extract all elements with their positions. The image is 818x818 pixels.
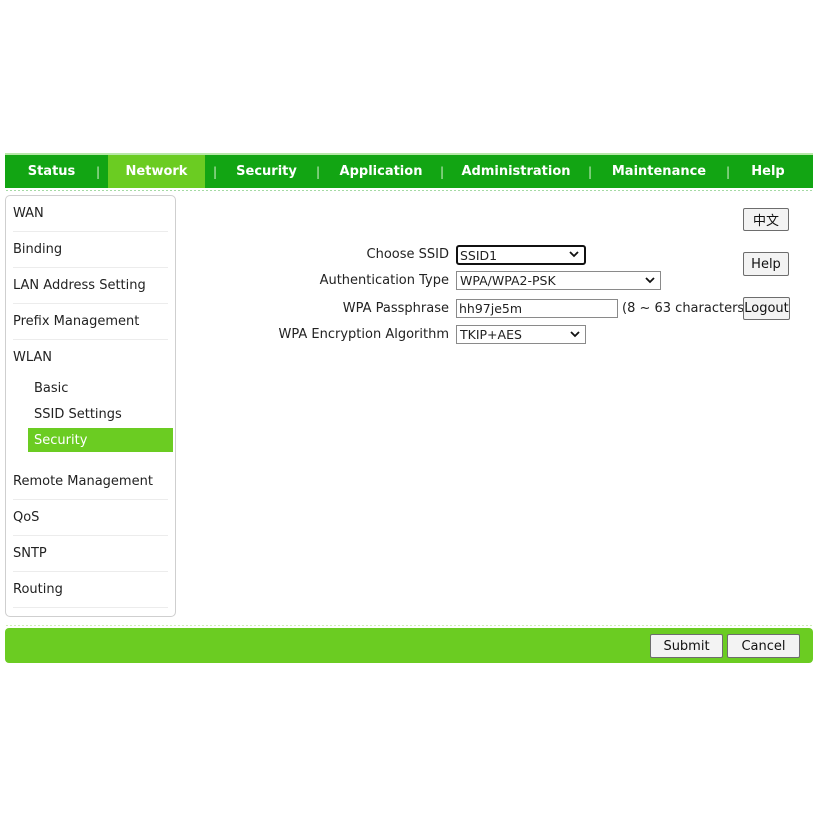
sidebar-item-remote-management[interactable]: Remote Management — [13, 464, 168, 500]
tab-application[interactable]: Application — [320, 155, 442, 188]
sidebar-subitem-ssid-settings[interactable]: SSID Settings — [28, 402, 168, 426]
help-button[interactable]: Help — [743, 252, 789, 276]
nav-dotted-border — [5, 189, 813, 192]
sidebar-item-label: Routing — [13, 582, 63, 597]
bottom-dotted-border — [5, 624, 813, 627]
authentication-type-label: Authentication Type — [319, 273, 449, 288]
logout-button[interactable]: Logout — [743, 297, 790, 320]
sidebar-item-label: QoS — [13, 510, 40, 525]
authentication-type-value: WPA/WPA2-PSK — [460, 273, 556, 288]
submit-button[interactable]: Submit — [650, 634, 723, 658]
sidebar-item-label: WAN — [13, 206, 44, 221]
sidebar-subitem-label: SSID Settings — [34, 406, 122, 422]
sidebar-item-prefix-management[interactable]: Prefix Management — [13, 304, 168, 340]
sidebar-item-binding[interactable]: Binding — [13, 232, 168, 268]
tab-help[interactable]: Help — [728, 155, 808, 188]
wpa-passphrase-value: hh97je5m — [459, 301, 523, 316]
sidebar-item-label: WLAN — [13, 350, 53, 365]
cancel-button[interactable]: Cancel — [727, 634, 800, 658]
chevron-down-icon — [570, 330, 580, 337]
sidebar-subitem-label: Security — [34, 432, 88, 448]
wpa-passphrase-input[interactable]: hh97je5m — [456, 299, 618, 318]
sidebar-item-label: SNTP — [13, 546, 47, 561]
sidebar-item-qos[interactable]: QoS — [13, 500, 168, 536]
chevron-down-icon — [645, 276, 655, 283]
sidebar-item-wan[interactable]: WAN — [13, 196, 168, 232]
authentication-type-select[interactable]: WPA/WPA2-PSK — [456, 271, 661, 290]
sidebar-item-label: Remote Management — [13, 474, 153, 489]
sidebar-item-wlan[interactable]: WLAN — [13, 340, 168, 375]
sidebar-subitem-basic[interactable]: Basic — [28, 376, 168, 400]
wpa-encryption-value: TKIP+AES — [460, 327, 522, 342]
chevron-down-icon — [569, 251, 579, 258]
tab-maintenance[interactable]: Maintenance — [590, 155, 728, 188]
sidebar: WAN Binding LAN Address Setting Prefix M… — [5, 195, 176, 617]
sidebar-item-label: Prefix Management — [13, 314, 140, 329]
sidebar-item-label: Binding — [13, 242, 63, 257]
tab-administration[interactable]: Administration — [442, 155, 590, 188]
choose-ssid-label: Choose SSID — [366, 247, 449, 262]
sidebar-subitem-security[interactable]: Security — [28, 428, 173, 452]
language-toggle-button[interactable]: 中文 — [743, 208, 789, 231]
tab-status[interactable]: Status — [5, 155, 98, 188]
top-navigation: Status | Network | Security | Applicatio… — [5, 153, 813, 192]
sidebar-subitem-label: Basic — [34, 380, 69, 396]
tab-security[interactable]: Security — [219, 155, 314, 188]
sidebar-item-routing[interactable]: Routing — [13, 572, 168, 608]
ssid-select[interactable]: SSID1 — [456, 245, 586, 265]
wpa-passphrase-label: WPA Passphrase — [342, 301, 449, 316]
sidebar-item-sntp[interactable]: SNTP — [13, 536, 168, 572]
passphrase-length-hint: (8 ~ 63 characters) — [622, 301, 750, 316]
wpa-encryption-algorithm-label: WPA Encryption Algorithm — [278, 327, 449, 342]
sidebar-item-lan-address-setting[interactable]: LAN Address Setting — [13, 268, 168, 304]
tab-network[interactable]: Network — [108, 155, 205, 188]
ssid-select-value: SSID1 — [460, 247, 498, 263]
sidebar-item-label: LAN Address Setting — [13, 278, 146, 293]
wpa-encryption-select[interactable]: TKIP+AES — [456, 325, 586, 344]
